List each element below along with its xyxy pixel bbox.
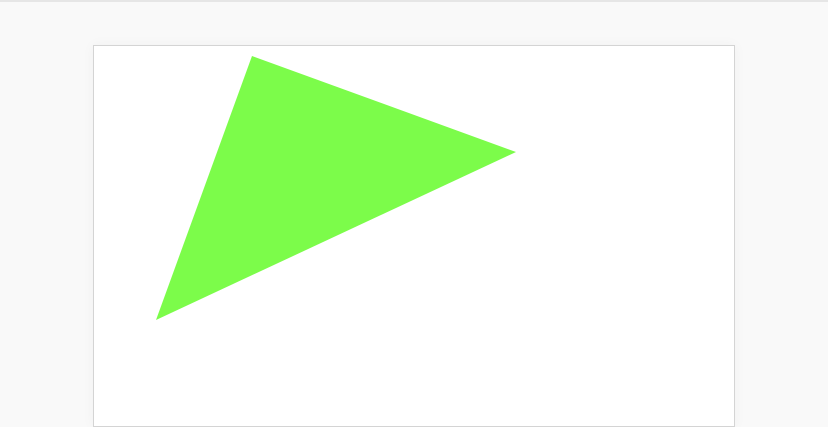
drawing-canvas[interactable]: [93, 45, 735, 427]
canvas-drawing-surface[interactable]: [94, 46, 734, 426]
top-border: [0, 0, 828, 2]
green-triangle[interactable]: [156, 56, 516, 320]
